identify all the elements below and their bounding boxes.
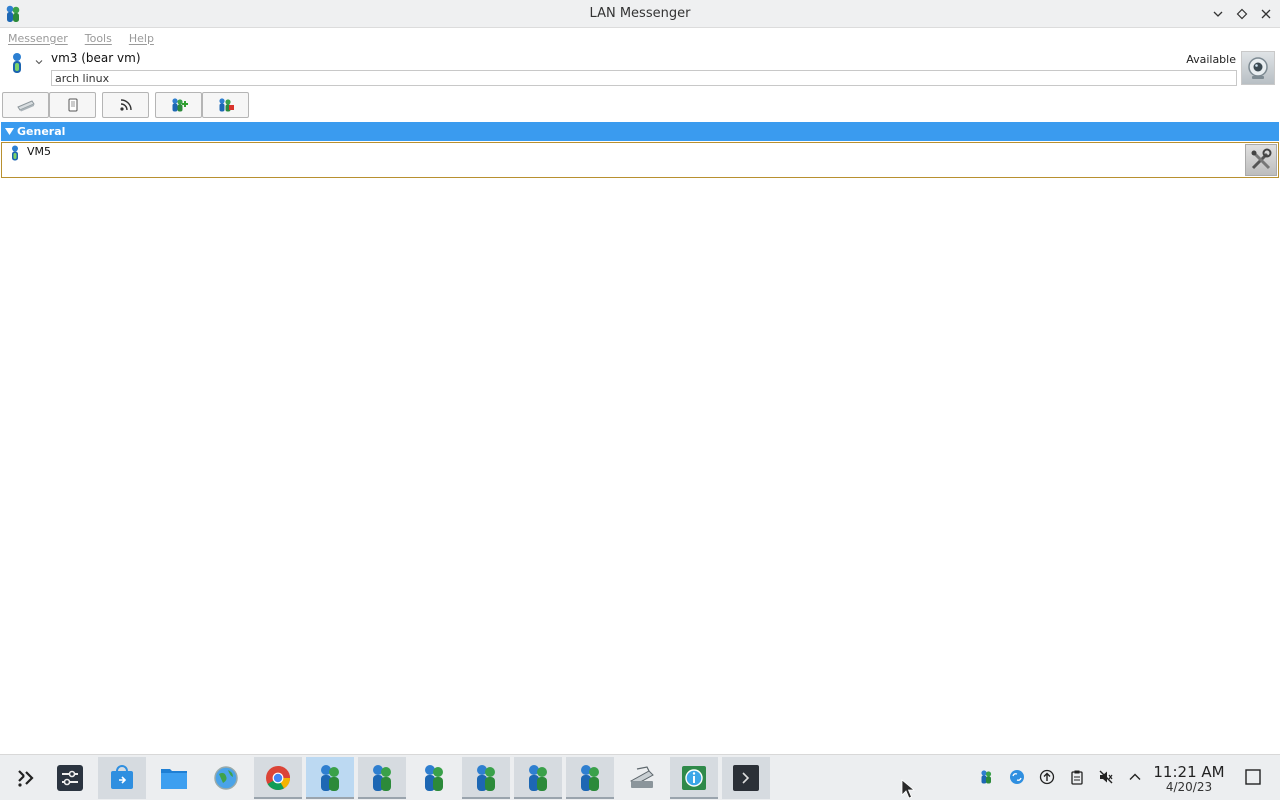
lan-messenger-icon xyxy=(477,765,495,791)
app-launcher-button[interactable] xyxy=(0,757,48,799)
scanner-icon xyxy=(630,766,654,788)
chevron-down-icon xyxy=(1213,11,1223,17)
menu-bar: Messenger Tools Help xyxy=(0,29,1280,47)
status-label: Available xyxy=(1186,53,1236,66)
menu-help[interactable]: Help xyxy=(129,32,154,45)
tray-expand[interactable] xyxy=(1126,768,1144,786)
maximize-button[interactable] xyxy=(1233,5,1251,23)
clock-time: 11:21 AM xyxy=(1153,763,1225,781)
contact-avatar xyxy=(1245,144,1277,176)
taskbar-terminal[interactable] xyxy=(722,757,770,799)
add-contact-button[interactable] xyxy=(155,92,202,118)
triangle-down-icon xyxy=(5,128,14,135)
diamond-icon xyxy=(1236,8,1248,20)
terminal-icon xyxy=(733,765,759,791)
manage-group-icon xyxy=(218,98,234,112)
contact-status-icon xyxy=(12,145,18,161)
task-indicator xyxy=(670,797,718,799)
lan-messenger-icon xyxy=(321,765,339,791)
taskbar-lan-messenger-3[interactable] xyxy=(410,757,458,799)
taskbar-scanner[interactable] xyxy=(618,757,666,799)
file-manager-icon xyxy=(161,769,187,789)
taskbar-browser[interactable] xyxy=(202,757,250,799)
tray-volume[interactable] xyxy=(1097,768,1115,786)
lan-messenger-icon xyxy=(529,765,547,791)
webcam-avatar-icon xyxy=(1248,57,1268,79)
taskbar-lan-messenger-1[interactable] xyxy=(306,757,354,799)
group-header-general[interactable]: General xyxy=(1,122,1279,141)
taskbar-software-store[interactable] xyxy=(98,757,146,799)
rss-icon xyxy=(119,99,132,111)
broadcast-button[interactable] xyxy=(2,92,49,118)
lan-messenger-icon xyxy=(373,765,391,791)
file-transfer-button[interactable] xyxy=(49,92,96,118)
taskbar-settings[interactable] xyxy=(46,757,94,799)
window-title: LAN Messenger xyxy=(589,6,691,21)
broadcast-message-icon xyxy=(16,100,35,112)
tools-avatar-icon xyxy=(1251,148,1272,170)
chevron-up-icon xyxy=(1129,773,1141,780)
manage-group-button[interactable] xyxy=(202,92,249,118)
title-bar: LAN Messenger xyxy=(0,0,1280,28)
user-status-icon[interactable] xyxy=(9,52,25,74)
taskbar-lan-messenger-6[interactable] xyxy=(566,757,614,799)
tray-qbittorrent[interactable] xyxy=(1008,768,1026,786)
taskbar-system-info[interactable] xyxy=(670,757,718,799)
tray-lan-messenger[interactable] xyxy=(977,768,995,786)
clock-date: 4/20/23 xyxy=(1165,780,1213,794)
taskbar-clock[interactable]: 11:21 AM 4/20/23 xyxy=(1150,764,1228,794)
username-label[interactable]: vm3 (bear vm) xyxy=(51,51,141,65)
add-contact-icon xyxy=(171,98,188,112)
tray-updates[interactable] xyxy=(1038,768,1056,786)
mouse-cursor-icon xyxy=(901,779,915,799)
software-store-icon xyxy=(111,765,133,789)
status-dropdown-icon[interactable] xyxy=(33,56,45,68)
minimize-button[interactable] xyxy=(1209,5,1227,23)
system-info-icon xyxy=(682,766,706,790)
lan-messenger-window: LAN Messenger Messenger Tools Help vm3 (… xyxy=(0,0,1280,754)
task-indicator xyxy=(566,797,614,799)
contact-name: VM5 xyxy=(27,145,52,158)
task-indicator xyxy=(462,797,510,799)
volume-muted-icon xyxy=(1099,770,1113,784)
close-icon xyxy=(1261,9,1271,19)
tray-clipboard[interactable] xyxy=(1068,768,1086,786)
file-transfer-icon xyxy=(68,98,77,112)
lan-messenger-icon xyxy=(425,765,443,791)
browser-globe-icon xyxy=(214,766,238,790)
show-desktop-icon[interactable] xyxy=(1244,768,1262,786)
taskbar-lan-messenger-4[interactable] xyxy=(462,757,510,799)
contact-row[interactable]: VM5 xyxy=(1,142,1279,178)
taskbar-chrome[interactable] xyxy=(254,757,302,799)
task-indicator xyxy=(254,797,302,799)
taskbar-lan-messenger-2[interactable] xyxy=(358,757,406,799)
settings-icon xyxy=(57,765,83,791)
user-avatar[interactable] xyxy=(1241,51,1275,85)
task-indicator xyxy=(514,797,562,799)
close-button[interactable] xyxy=(1257,5,1275,23)
rss-button[interactable] xyxy=(102,92,149,118)
taskbar-lan-messenger-5[interactable] xyxy=(514,757,562,799)
qbittorrent-icon xyxy=(1010,770,1024,784)
update-icon xyxy=(1039,769,1055,785)
task-indicator xyxy=(306,797,354,799)
task-indicator xyxy=(358,797,406,799)
taskbar-file-manager[interactable] xyxy=(150,757,198,799)
chrome-icon xyxy=(266,766,290,791)
personal-note-input[interactable] xyxy=(51,70,1237,86)
lan-messenger-icon xyxy=(581,765,599,791)
menu-tools[interactable]: Tools xyxy=(85,32,112,45)
lan-messenger-icon xyxy=(981,770,992,784)
menu-messenger[interactable]: Messenger xyxy=(8,32,68,45)
clipboard-icon xyxy=(1071,770,1083,785)
group-name: General xyxy=(17,125,66,138)
taskbar xyxy=(0,754,1280,800)
app-launcher-icon xyxy=(18,770,34,787)
